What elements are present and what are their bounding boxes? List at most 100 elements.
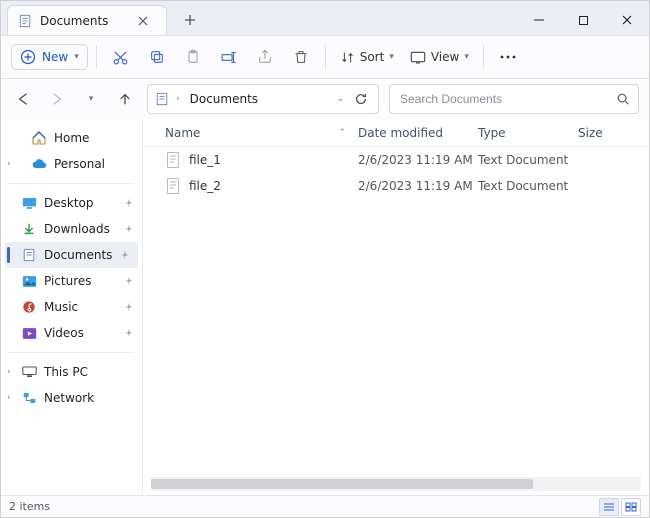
file-date: 2/6/2023 11:19 AM (358, 179, 478, 193)
column-header-size[interactable]: Size (578, 126, 649, 140)
close-button[interactable] (605, 5, 649, 35)
horizontal-scrollbar[interactable] (151, 477, 641, 491)
forward-button[interactable] (45, 85, 69, 113)
view-icon (410, 50, 426, 64)
chevron-right-icon[interactable]: › (7, 393, 11, 403)
tab-strip: Documents (1, 5, 517, 35)
sort-label: Sort (360, 50, 385, 64)
sidebar-item-home[interactable]: Home (1, 125, 142, 151)
sidebar-item-documents[interactable]: Documents (5, 242, 138, 268)
tab-documents[interactable]: Documents (7, 5, 167, 35)
new-tab-button[interactable] (177, 7, 203, 33)
scrollbar-thumb[interactable] (151, 479, 533, 489)
file-type: Text Document (478, 153, 578, 167)
file-row[interactable]: file_1 2/6/2023 11:19 AM Text Document (143, 147, 649, 173)
sidebar: Home › Personal Desktop Downloads Docume… (1, 119, 143, 495)
column-headers: Name⌃ Date modified Type Size (143, 119, 649, 147)
pin-icon[interactable] (124, 198, 134, 208)
separator (96, 45, 97, 69)
chevron-down-icon: ▾ (74, 52, 79, 62)
chevron-right-icon: › (176, 94, 180, 104)
address-bar[interactable]: › Documents ⌄ (147, 84, 379, 114)
document-icon (21, 247, 37, 263)
more-button[interactable] (492, 41, 524, 73)
file-name: file_2 (189, 179, 221, 193)
delete-button[interactable] (285, 41, 317, 73)
view-button[interactable]: View ▾ (404, 46, 475, 68)
chevron-right-icon[interactable]: › (7, 367, 11, 377)
pin-icon[interactable] (124, 224, 134, 234)
pin-icon[interactable] (124, 302, 134, 312)
home-icon (31, 130, 47, 146)
new-button[interactable]: New ▾ (11, 44, 88, 70)
icons-view-toggle[interactable] (621, 498, 641, 516)
file-explorer-window: Documents New ▾ (0, 0, 650, 518)
back-button[interactable] (11, 85, 35, 113)
chevron-down-icon: ▾ (89, 94, 94, 104)
file-type: Text Document (478, 179, 578, 193)
chevron-down-icon: ▾ (389, 52, 394, 62)
file-row[interactable]: file_2 2/6/2023 11:19 AM Text Document (143, 173, 649, 199)
body: Home › Personal Desktop Downloads Docume… (1, 119, 649, 495)
item-count: 2 items (9, 500, 50, 513)
share-button[interactable] (249, 41, 281, 73)
copy-button[interactable] (141, 41, 173, 73)
column-header-type[interactable]: Type (478, 126, 578, 140)
chevron-down-icon[interactable]: ⌄ (336, 94, 344, 104)
sidebar-item-pictures[interactable]: Pictures (1, 268, 142, 294)
file-list: file_1 2/6/2023 11:19 AM Text Document f… (143, 147, 649, 477)
pictures-icon (21, 273, 37, 289)
up-button[interactable] (113, 85, 137, 113)
cloud-icon (31, 156, 47, 172)
search-input[interactable] (398, 91, 616, 107)
pin-icon[interactable] (124, 276, 134, 286)
new-button-label: New (42, 50, 68, 64)
status-bar: 2 items (1, 495, 649, 517)
plus-circle-icon (20, 49, 36, 65)
recent-dropdown[interactable]: ▾ (79, 85, 103, 113)
document-icon (154, 91, 170, 107)
divider (9, 352, 134, 353)
sidebar-item-personal[interactable]: › Personal (1, 151, 142, 177)
sidebar-item-videos[interactable]: Videos (1, 320, 142, 346)
paste-button[interactable] (177, 41, 209, 73)
toolbar: New ▾ Sort ▾ View ▾ (1, 35, 649, 79)
sidebar-item-this-pc[interactable]: › This PC (1, 359, 142, 385)
view-label: View (431, 50, 459, 64)
search-box[interactable] (389, 84, 639, 114)
pc-icon (21, 364, 37, 380)
sort-button[interactable]: Sort ▾ (334, 46, 400, 69)
refresh-button[interactable] (350, 92, 372, 106)
cut-button[interactable] (105, 41, 137, 73)
desktop-icon (21, 195, 37, 211)
pin-icon[interactable] (120, 250, 130, 260)
tab-close-button[interactable] (130, 8, 156, 34)
text-file-icon (165, 152, 181, 168)
text-file-icon (165, 178, 181, 194)
sort-asc-icon: ⌃ (338, 128, 346, 138)
details-view-toggle[interactable] (599, 498, 619, 516)
column-header-name[interactable]: Name⌃ (143, 126, 358, 140)
breadcrumb-current[interactable]: Documents (186, 90, 262, 108)
sidebar-item-desktop[interactable]: Desktop (1, 190, 142, 216)
videos-icon (21, 325, 37, 341)
separator (483, 45, 484, 69)
tab-title: Documents (40, 14, 122, 28)
content-pane: Name⌃ Date modified Type Size file_1 2/6… (143, 119, 649, 495)
document-icon (18, 14, 32, 28)
sidebar-item-network[interactable]: › Network (1, 385, 142, 411)
chevron-right-icon[interactable]: › (7, 159, 11, 169)
minimize-button[interactable] (517, 5, 561, 35)
sidebar-item-downloads[interactable]: Downloads (1, 216, 142, 242)
file-name: file_1 (189, 153, 221, 167)
file-date: 2/6/2023 11:19 AM (358, 153, 478, 167)
nav-row: ▾ › Documents ⌄ (1, 79, 649, 119)
column-header-date[interactable]: Date modified (358, 126, 478, 140)
divider (9, 183, 134, 184)
maximize-button[interactable] (561, 5, 605, 35)
search-icon (616, 92, 630, 106)
sidebar-item-music[interactable]: Music (1, 294, 142, 320)
pin-icon[interactable] (124, 328, 134, 338)
rename-button[interactable] (213, 41, 245, 73)
music-icon (21, 299, 37, 315)
